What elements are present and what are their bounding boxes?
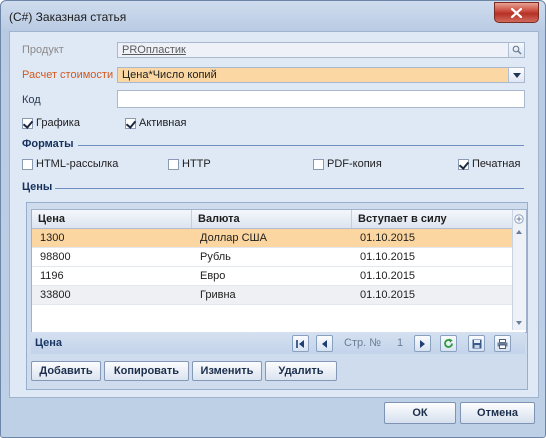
pager-title: Цена: [35, 337, 63, 349]
grid-header: Цена Валюта Вступает в силу: [32, 210, 512, 229]
format-html-label: HTML-рассылка: [36, 158, 119, 170]
cost-dropdown-button[interactable]: [508, 68, 524, 82]
format-print-checkbox[interactable]: Печатная: [458, 158, 520, 170]
format-print-label: Печатная: [472, 158, 521, 170]
active-checkbox-box[interactable]: [125, 117, 136, 129]
code-label: Код: [22, 94, 41, 106]
grid-vertical-scrollbar[interactable]: [512, 210, 526, 330]
chevron-down-icon: [512, 72, 521, 78]
table-row[interactable]: 98800 Рубль 01.10.2015: [32, 248, 512, 267]
cancel-button[interactable]: Отмена: [460, 402, 535, 424]
table-row[interactable]: 1196 Евро 01.10.2015: [32, 267, 512, 286]
cell-price: 33800: [40, 289, 71, 301]
column-header-effective-date[interactable]: Вступает в силу: [352, 210, 512, 228]
page-label: Стр. №: [344, 337, 382, 349]
format-print-checkbox-box[interactable]: [458, 158, 469, 170]
format-pdf-checkbox[interactable]: PDF-копия: [313, 158, 382, 170]
cost-label: Расчет стоимости: [22, 69, 114, 81]
format-http-checkbox[interactable]: HTTP: [168, 158, 211, 170]
cell-date: 01.10.2015: [360, 270, 416, 282]
print-button[interactable]: [494, 335, 511, 352]
format-html-checkbox-box[interactable]: [22, 158, 33, 170]
cell-date: 01.10.2015: [360, 232, 416, 244]
page-number: 1: [397, 337, 404, 349]
refresh-button[interactable]: [440, 335, 457, 352]
cell-date: 01.10.2015: [360, 289, 416, 301]
graphics-checkbox-box[interactable]: [22, 117, 33, 129]
edit-price-button[interactable]: Изменить: [192, 361, 262, 381]
format-http-label: HTTP: [182, 158, 211, 170]
formats-heading: Форматы: [22, 138, 74, 150]
prices-grid: Цена Валюта Вступает в силу 1300 Доллар …: [31, 209, 527, 333]
prices-grid-panel: Цена Валюта Вступает в силу 1300 Доллар …: [26, 202, 528, 390]
cell-currency: Евро: [200, 270, 226, 282]
product-lookup-button[interactable]: [508, 43, 524, 57]
grid-body: 1300 Доллар США 01.10.2015 98800 Рубль 0…: [32, 229, 512, 305]
table-row[interactable]: 1300 Доллар США 01.10.2015: [32, 229, 512, 248]
cell-price: 1196: [40, 270, 64, 282]
active-checkbox-label: Активная: [139, 117, 187, 129]
refresh-icon: [444, 338, 453, 348]
title-bar[interactable]: (C#) Заказная статья: [1, 1, 545, 31]
cell-date: 01.10.2015: [360, 251, 416, 263]
cell-price: 98800: [40, 251, 71, 263]
prices-divider: [55, 188, 524, 189]
graphics-checkbox-label: Графика: [36, 117, 80, 129]
print-icon: [497, 338, 508, 349]
product-value[interactable]: PROпластик: [122, 44, 186, 56]
first-page-icon: [296, 339, 304, 348]
scroll-up-icon[interactable]: [513, 214, 525, 224]
window-title: (C#) Заказная статья: [9, 10, 127, 24]
ok-button[interactable]: ОК: [384, 402, 456, 424]
prev-page-button[interactable]: [316, 335, 333, 352]
grid-pager: Цена Стр. № 1: [31, 332, 525, 354]
cell-price: 1300: [40, 232, 65, 244]
delete-price-button[interactable]: Удалить: [265, 361, 337, 381]
format-pdf-label: PDF-копия: [327, 158, 382, 170]
format-pdf-checkbox-box[interactable]: [313, 158, 324, 170]
graphics-checkbox[interactable]: Графика: [22, 117, 80, 129]
column-header-price[interactable]: Цена: [32, 210, 192, 228]
next-page-icon: [420, 339, 425, 348]
cell-currency: Рубль: [200, 251, 231, 263]
prev-page-icon: [322, 339, 327, 348]
cost-value: Цена*Число копий: [122, 69, 217, 81]
cost-select[interactable]: Цена*Число копий: [117, 67, 525, 83]
format-html-checkbox[interactable]: HTML-рассылка: [22, 158, 118, 170]
product-field[interactable]: PROпластик: [117, 42, 525, 58]
cell-currency: Доллар США: [200, 232, 267, 244]
product-label: Продукт: [22, 44, 64, 56]
scroll-bottom-arrow-icon[interactable]: [513, 320, 525, 326]
code-input[interactable]: [117, 90, 525, 108]
first-page-button[interactable]: [292, 335, 309, 352]
add-price-button[interactable]: Добавить: [31, 361, 101, 381]
prices-heading: Цены: [22, 181, 53, 193]
column-header-currency[interactable]: Валюта: [192, 210, 352, 228]
dialog-window: (C#) Заказная статья Продукт PROпластик …: [0, 0, 546, 438]
close-icon: [511, 7, 522, 18]
save-icon: [472, 339, 481, 348]
search-icon: [512, 45, 522, 55]
next-page-button[interactable]: [414, 335, 431, 352]
format-http-checkbox-box[interactable]: [168, 158, 179, 170]
cell-currency: Гривна: [200, 289, 236, 301]
copy-price-button[interactable]: Копировать: [104, 361, 189, 381]
scroll-top-arrow-icon[interactable]: [513, 229, 525, 235]
close-button[interactable]: [494, 2, 539, 23]
active-checkbox[interactable]: Активная: [125, 117, 186, 129]
save-button[interactable]: [468, 335, 485, 352]
formats-divider: [78, 145, 524, 146]
table-row[interactable]: 33800 Гривна 01.10.2015: [32, 286, 512, 305]
